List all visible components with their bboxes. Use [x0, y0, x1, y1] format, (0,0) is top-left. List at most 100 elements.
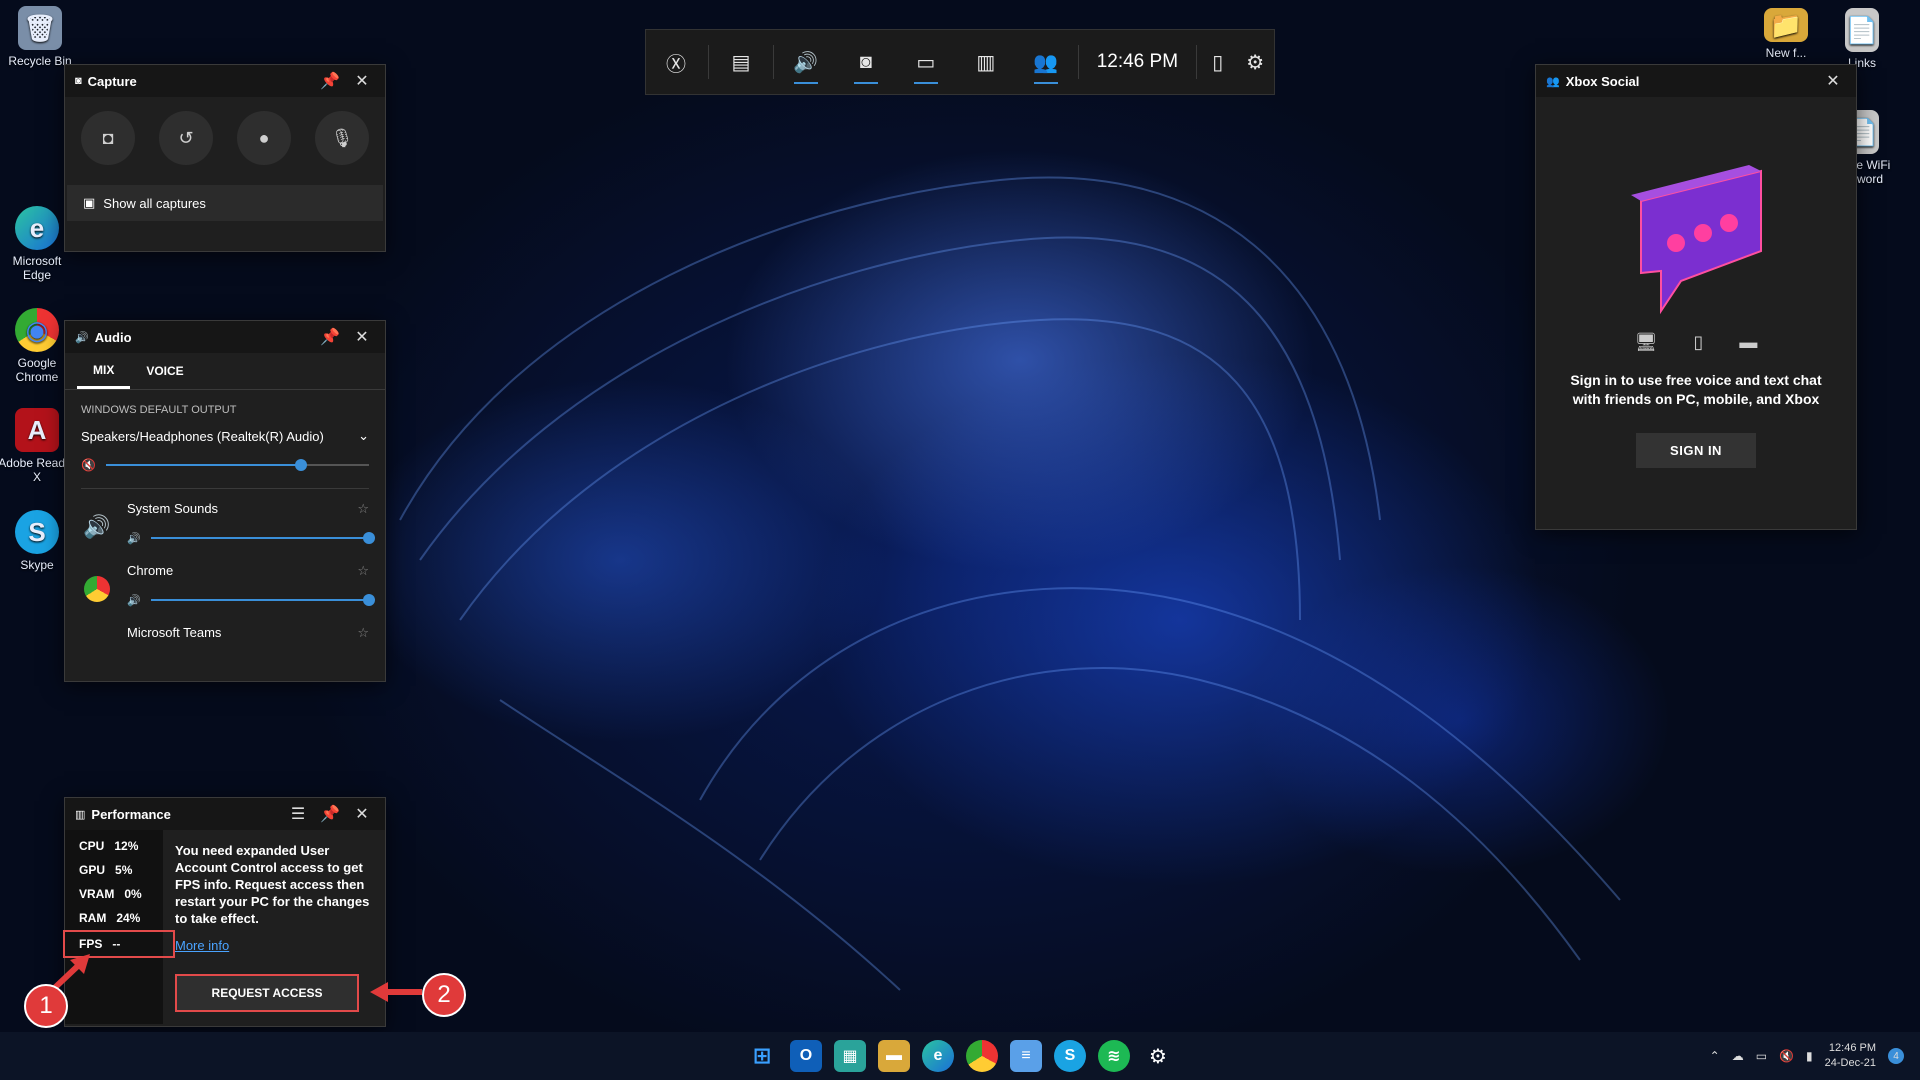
settings-button[interactable]: ⚙ — [1236, 30, 1274, 94]
annotation-marker-1: 1 — [24, 984, 68, 1028]
taskbar-settings[interactable]: ⚙ — [1142, 1040, 1174, 1072]
favorite-star-icon[interactable]: ☆ — [357, 563, 369, 579]
desktop-icon-links[interactable]: 📄 Links — [1822, 8, 1902, 70]
master-volume-row: 🔇 — [81, 452, 369, 478]
clock-date: 24-Dec-21 — [1824, 1057, 1876, 1069]
widget-menu-button[interactable]: ▤ — [711, 30, 771, 94]
show-all-captures-link[interactable]: ▣ Show all captures — [67, 185, 383, 221]
cloud-icon[interactable]: ☁ — [1732, 1049, 1744, 1063]
stat-cpu[interactable]: CPU 12% — [65, 834, 163, 858]
stat-value: 0% — [124, 887, 142, 901]
close-button[interactable]: ✕ — [349, 68, 375, 94]
master-volume-knob[interactable] — [294, 459, 307, 471]
screenshot-button[interactable]: ◘ — [81, 111, 135, 165]
performance-icon: ▥ — [75, 808, 86, 821]
taskbar-edge[interactable]: e — [922, 1040, 954, 1072]
app-volume-knob[interactable] — [363, 532, 375, 544]
mic-off-icon: 🎙 — [330, 127, 354, 148]
taskbar-outlook[interactable]: O — [790, 1040, 822, 1072]
taskbar-store[interactable]: ▦ — [834, 1040, 866, 1072]
desktop-icon-recycle-bin[interactable]: 🗑 Recycle Bin — [0, 6, 80, 68]
app-volume-slider[interactable] — [150, 594, 375, 606]
notepad-icon: ≡ — [1021, 1047, 1031, 1064]
start-button[interactable]: ⊞ — [746, 1040, 778, 1072]
app-volume-knob[interactable] — [363, 594, 375, 606]
outlook-icon: O — [799, 1047, 813, 1064]
taskbar-explorer[interactable]: ▬ — [878, 1040, 910, 1072]
stat-ram[interactable]: RAM 24% — [65, 906, 163, 930]
request-access-button[interactable]: REQUEST ACCESS — [175, 974, 359, 1012]
options-button[interactable]: ☰ — [285, 801, 311, 827]
capture-icon: ◙ — [859, 50, 872, 73]
mute-icon[interactable]: 🔇 — [81, 458, 96, 472]
social-panel: 👥 Xbox Social ✕ 🖥 ▯ ▬ Sign in to use free… — [1535, 64, 1857, 530]
pin-button[interactable]: 📌 — [317, 324, 343, 350]
close-icon: ✕ — [355, 73, 369, 90]
favorite-star-icon[interactable]: ☆ — [357, 501, 369, 517]
sliders-icon: ☰ — [290, 806, 306, 823]
perf-message-area: You need expanded User Account Control a… — [163, 830, 385, 1024]
close-button[interactable]: ✕ — [349, 801, 375, 827]
close-button[interactable]: ✕ — [1820, 68, 1846, 94]
display-icon[interactable]: ▭ — [1756, 1049, 1767, 1063]
stat-value: -- — [112, 937, 121, 951]
stat-gpu[interactable]: GPU 5% — [65, 858, 163, 882]
taskbar-chrome[interactable] — [966, 1040, 998, 1072]
master-volume-slider[interactable] — [105, 459, 369, 471]
stat-vram[interactable]: VRAM 0% — [65, 882, 163, 906]
taskbar-spotify[interactable]: ≋ — [1098, 1040, 1130, 1072]
desktop-icon-label: Recycle Bin — [8, 54, 72, 68]
mouse-button[interactable]: ▯ — [1199, 30, 1237, 94]
mic-toggle-button[interactable]: 🎙 — [315, 111, 369, 165]
app-volume-slider[interactable] — [150, 532, 375, 544]
notification-badge[interactable]: 4 — [1888, 1048, 1904, 1064]
audio-tabs: MIX VOICE — [65, 353, 385, 390]
folder-icon: ▬ — [886, 1047, 902, 1064]
tab-mix[interactable]: MIX — [77, 353, 131, 389]
skype-icon: S — [1064, 1047, 1076, 1064]
adobe-reader-icon: A — [15, 408, 59, 452]
taskbar: ⊞ O ▦ ▬ e ≡ S ≋ ⚙ ⌃ ☁ ▭ 🔇 ▮ 12:46 PM 24-… — [0, 1032, 1920, 1080]
battery-icon[interactable]: ▮ — [1806, 1049, 1813, 1063]
desktop-icon-new-folder[interactable]: 📁 New f... — [1746, 8, 1826, 60]
file-icon: 📄 — [1845, 8, 1879, 52]
performance-header: ▥ Performance ☰ 📌 ✕ — [65, 798, 385, 830]
default-output-label: WINDOWS DEFAULT OUTPUT — [81, 404, 237, 416]
close-icon: ✕ — [355, 329, 369, 346]
gamebar-divider — [772, 45, 774, 79]
resources-widget-button[interactable]: ▭ — [896, 30, 956, 94]
performance-panel: ▥ Performance ☰ 📌 ✕ CPU 12% GPU 5% VRAM 0% R… — [63, 797, 386, 1027]
pin-button[interactable]: 📌 — [317, 68, 343, 94]
audio-widget-button[interactable]: 🔊 — [776, 30, 836, 94]
xbox-button[interactable]: Ⓧ — [646, 30, 706, 94]
tab-voice[interactable]: VOICE — [130, 353, 199, 389]
perf-stats-list: CPU 12% GPU 5% VRAM 0% RAM 24% FPS -- — [63, 830, 175, 1024]
close-button[interactable]: ✕ — [349, 324, 375, 350]
record-last-button[interactable]: ↺ — [159, 111, 213, 165]
taskbar-clock[interactable]: 12:46 PM 24-Dec-21 — [1825, 1041, 1876, 1071]
speaker-icon[interactable]: 🔊 — [127, 594, 141, 607]
output-device-select[interactable]: Speakers/Headphones (Realtek(R) Audio) ⌄ — [81, 428, 369, 444]
resources-icon: ▭ — [916, 51, 936, 74]
pin-button[interactable]: 📌 — [317, 801, 343, 827]
taskbar-skype[interactable]: S — [1054, 1040, 1086, 1072]
performance-icon: ▥ — [976, 51, 996, 74]
sign-in-button[interactable]: SIGN IN — [1636, 433, 1756, 468]
capture-widget-button[interactable]: ◙ — [836, 30, 896, 94]
stat-fps[interactable]: FPS -- — [63, 930, 175, 958]
chevron-up-icon[interactable]: ⌃ — [1710, 1049, 1720, 1063]
pin-icon: 📌 — [320, 73, 340, 90]
capture-header: ◙ Capture 📌 ✕ — [65, 65, 385, 97]
volume-muted-icon[interactable]: 🔇 — [1779, 1049, 1794, 1063]
social-widget-button[interactable]: 👥 — [1016, 30, 1076, 94]
app-name: System Sounds — [127, 501, 219, 516]
favorite-star-icon[interactable]: ☆ — [357, 625, 369, 641]
taskbar-notepad[interactable]: ≡ — [1010, 1040, 1042, 1072]
pc-icon: 🖥 — [1634, 332, 1658, 352]
performance-widget-button[interactable]: ▥ — [956, 30, 1016, 94]
desktop-icon-label: New f... — [1765, 46, 1807, 60]
record-button[interactable]: ● — [237, 111, 291, 165]
more-info-link[interactable]: More info — [175, 937, 373, 954]
mouse-icon: ▯ — [1212, 51, 1224, 74]
speaker-icon[interactable]: 🔊 — [127, 532, 141, 545]
